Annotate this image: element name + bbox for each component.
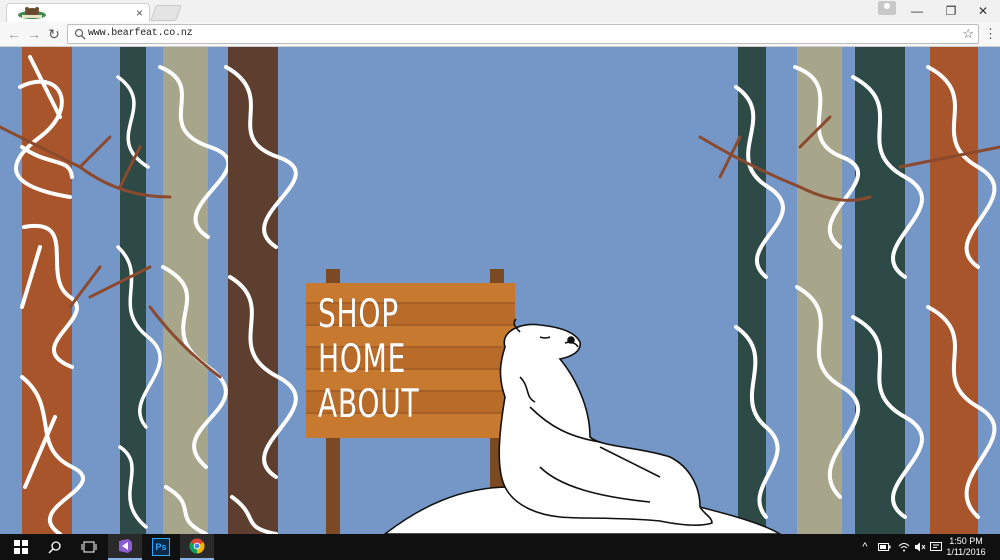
reload-button[interactable]: ↻ bbox=[45, 25, 63, 43]
browser-tab-bar: × — ❐ ✕ bbox=[0, 0, 1000, 23]
search-icon[interactable] bbox=[38, 534, 72, 560]
close-window-button[interactable]: ✕ bbox=[966, 0, 1000, 22]
clock-date: 1/11/2016 bbox=[946, 547, 986, 557]
forward-button[interactable]: → bbox=[25, 25, 43, 43]
chrome-icon[interactable] bbox=[180, 534, 214, 560]
maximize-button[interactable]: ❐ bbox=[934, 0, 968, 22]
nav-about-link[interactable]: ABOUT bbox=[318, 382, 455, 427]
wifi-icon[interactable] bbox=[896, 534, 912, 560]
volume-muted-icon[interactable] bbox=[912, 534, 928, 560]
system-clock[interactable]: 1:50 PM 1/11/2016 bbox=[946, 536, 986, 558]
left-trees bbox=[0, 47, 298, 534]
chevron-up-icon[interactable]: ^ bbox=[858, 534, 872, 560]
task-view-icon[interactable] bbox=[72, 534, 106, 560]
battery-icon[interactable] bbox=[876, 534, 892, 560]
url-text: www.bearfeat.co.nz bbox=[88, 28, 193, 39]
browser-tab[interactable]: × bbox=[6, 3, 150, 23]
photoshop-icon[interactable]: Ps bbox=[144, 534, 178, 560]
browser-toolbar: ← → ↻ www.bearfeat.co.nz ☆ bbox=[0, 22, 1000, 47]
page-viewport: SHOP HOME ABOUT bbox=[0, 47, 1000, 534]
bookmark-star-icon[interactable]: ☆ bbox=[962, 25, 974, 42]
new-tab-button[interactable] bbox=[150, 5, 182, 21]
bear-logo-icon bbox=[18, 7, 46, 19]
polar-bear bbox=[498, 318, 713, 526]
clock-time: 1:50 PM bbox=[949, 536, 983, 546]
right-trees bbox=[698, 47, 1000, 534]
search-icon bbox=[74, 28, 86, 40]
profile-icon[interactable] bbox=[878, 1, 896, 15]
sign-navigation: SHOP HOME ABOUT bbox=[318, 292, 508, 427]
forest-scene bbox=[0, 47, 1000, 534]
photoshop-label: Ps bbox=[152, 538, 170, 556]
browser-menu-icon[interactable]: ⋮ bbox=[984, 26, 997, 42]
minimize-button[interactable]: — bbox=[900, 0, 934, 22]
close-tab-icon[interactable]: × bbox=[136, 6, 143, 20]
address-bar[interactable]: www.bearfeat.co.nz ☆ bbox=[67, 24, 979, 44]
windows-start-icon[interactable] bbox=[4, 534, 38, 560]
notification-icon[interactable] bbox=[928, 534, 944, 560]
windows-taskbar: Ps ^ 1:50 PM 1/11/2016 bbox=[0, 534, 1000, 560]
nav-shop-link[interactable]: SHOP bbox=[318, 292, 455, 337]
visual-studio-icon[interactable] bbox=[108, 534, 142, 560]
back-button[interactable]: ← bbox=[5, 25, 23, 43]
nav-home-link[interactable]: HOME bbox=[318, 337, 455, 382]
